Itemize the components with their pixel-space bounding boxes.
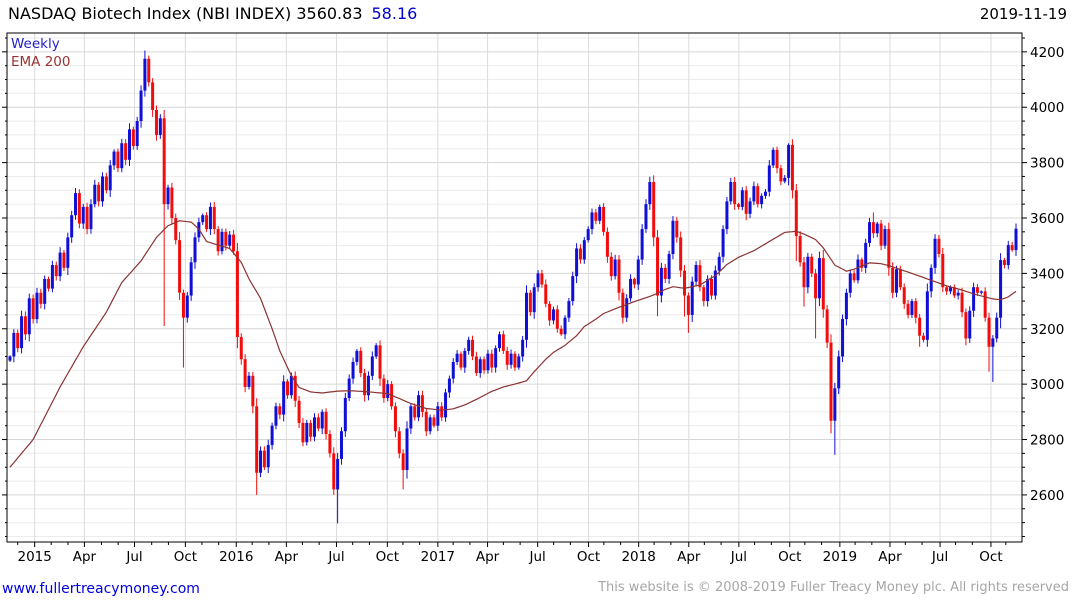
svg-text:2019: 2019: [823, 549, 857, 565]
svg-text:Jul: Jul: [529, 549, 546, 565]
svg-text:Apr: Apr: [878, 549, 902, 565]
legend-ema-label: EMA 200: [11, 54, 71, 70]
svg-text:Apr: Apr: [73, 549, 97, 565]
svg-text:Oct: Oct: [979, 549, 1002, 565]
svg-text:4000: 4000: [1030, 100, 1064, 116]
svg-text:2018: 2018: [621, 549, 655, 565]
svg-text:3200: 3200: [1030, 322, 1064, 338]
svg-text:Apr: Apr: [476, 549, 500, 565]
svg-text:2800: 2800: [1030, 433, 1064, 449]
svg-text:2017: 2017: [421, 549, 455, 565]
svg-text:3800: 3800: [1030, 156, 1064, 172]
svg-text:Oct: Oct: [778, 549, 801, 565]
legend-series-label: Weekly: [11, 36, 60, 52]
svg-text:4200: 4200: [1030, 45, 1064, 61]
price-chart[interactable]: 2600 2800 3000 3200 3400 3600 3800 4000 4200 2015…: [0, 0, 1075, 600]
grid-layer: [7, 33, 1022, 542]
svg-text:3000: 3000: [1030, 377, 1064, 393]
svg-text:Jul: Jul: [125, 549, 142, 565]
svg-text:Jul: Jul: [931, 549, 948, 565]
svg-text:2016: 2016: [219, 549, 253, 565]
svg-text:Jul: Jul: [327, 549, 344, 565]
svg-text:Apr: Apr: [275, 549, 299, 565]
chart-legend: Weekly EMA 200: [11, 35, 70, 71]
svg-text:2600: 2600: [1030, 488, 1064, 504]
copyright-text: This website is © 2008-2019 Fuller Treac…: [598, 580, 1069, 595]
svg-text:2015: 2015: [17, 549, 51, 565]
chart-page: NASDAQ Biotech Index (NBI INDEX) 3560.83…: [0, 0, 1075, 600]
svg-text:Oct: Oct: [174, 549, 197, 565]
svg-text:Oct: Oct: [577, 549, 600, 565]
svg-text:3600: 3600: [1030, 211, 1064, 227]
svg-text:Apr: Apr: [677, 549, 701, 565]
website-link[interactable]: www.fullertreacymoney.com: [2, 581, 200, 597]
svg-text:3400: 3400: [1030, 266, 1064, 282]
svg-text:Oct: Oct: [376, 549, 399, 565]
svg-text:Jul: Jul: [730, 549, 747, 565]
